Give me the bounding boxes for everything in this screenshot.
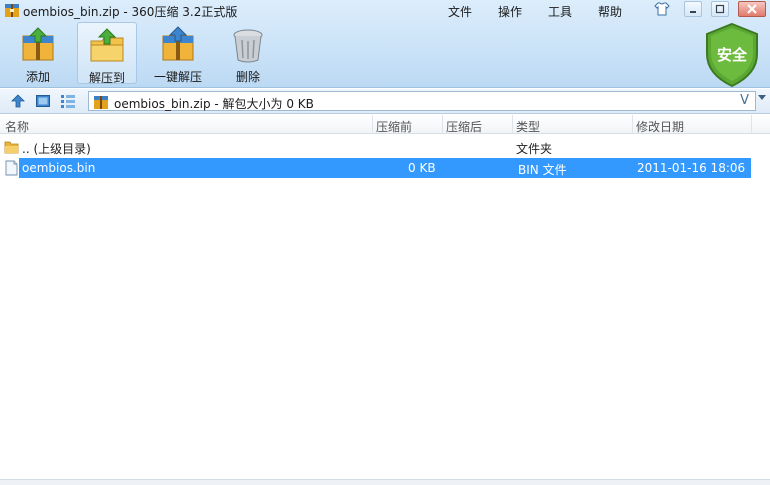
skin-shirt-icon[interactable] bbox=[653, 1, 671, 17]
one-click-extract-button[interactable]: 一键解压 bbox=[146, 22, 210, 84]
col-divider[interactable] bbox=[751, 115, 752, 134]
address-bar: oembios_bin.zip - 解包大小为 0 KB V bbox=[0, 89, 770, 114]
delete-label: 删除 bbox=[235, 70, 260, 84]
list-view-icon[interactable] bbox=[60, 93, 76, 109]
security-shield-icon[interactable]: 安全 bbox=[704, 22, 760, 88]
col-divider[interactable] bbox=[512, 115, 513, 134]
menu-file[interactable]: 文件 bbox=[448, 3, 472, 20]
maximize-icon bbox=[715, 4, 725, 14]
column-header: 名称 压缩前 压缩后 类型 修改日期 bbox=[0, 115, 770, 134]
up-arrow-icon[interactable] bbox=[10, 93, 26, 109]
menu-help[interactable]: 帮助 bbox=[598, 3, 622, 20]
file-icon bbox=[5, 160, 18, 176]
chevron-down-icon[interactable] bbox=[758, 95, 766, 100]
title-bar: oembios_bin.zip - 360压缩 3.2正式版 文件 操作 工具 … bbox=[0, 0, 770, 20]
col-name[interactable]: 名称 bbox=[5, 118, 29, 135]
extract-to-icon bbox=[90, 28, 124, 62]
col-type[interactable]: 类型 bbox=[516, 118, 540, 135]
path-toggle[interactable]: V bbox=[740, 93, 749, 108]
file-compressed-size: 0 KB bbox=[408, 161, 436, 175]
col-compressed[interactable]: 压缩前 bbox=[376, 118, 412, 135]
col-modified[interactable]: 修改日期 bbox=[636, 118, 684, 135]
zip-file-icon bbox=[94, 96, 108, 109]
file-name: oembios.bin bbox=[22, 161, 96, 175]
minimize-icon bbox=[690, 11, 696, 13]
extract-to-button[interactable]: 解压到 bbox=[77, 22, 137, 85]
path-field[interactable]: oembios_bin.zip - 解包大小为 0 KB V bbox=[88, 91, 756, 111]
menu-operation[interactable]: 操作 bbox=[498, 3, 522, 20]
file-type: BIN 文件 bbox=[518, 163, 567, 177]
col-after[interactable]: 压缩后 bbox=[446, 118, 482, 135]
add-button[interactable]: 添加 bbox=[8, 22, 68, 84]
one-click-extract-icon bbox=[162, 26, 194, 61]
file-type: 文件夹 bbox=[516, 142, 553, 156]
thumbnail-view-icon[interactable] bbox=[35, 93, 51, 109]
add-label: 添加 bbox=[25, 70, 50, 84]
app-window: oembios_bin.zip - 360压缩 3.2正式版 文件 操作 工具 … bbox=[0, 0, 770, 485]
status-bar bbox=[0, 479, 770, 485]
window-title: oembios_bin.zip - 360压缩 3.2正式版 bbox=[23, 5, 238, 19]
file-name: .. (上级目录) bbox=[22, 142, 91, 156]
file-modified: 2011-01-16 18:06 bbox=[637, 161, 746, 175]
col-divider[interactable] bbox=[442, 115, 443, 134]
security-badge-text: 安全 bbox=[717, 46, 748, 64]
path-text: oembios_bin.zip - 解包大小为 0 KB bbox=[114, 97, 314, 111]
close-button[interactable] bbox=[738, 1, 766, 17]
close-icon bbox=[747, 4, 757, 14]
file-row-oembios[interactable]: oembios.bin 0 KB BIN 文件 2011-01-16 18:06 bbox=[0, 158, 770, 178]
trash-icon bbox=[233, 29, 263, 63]
folder-icon bbox=[4, 141, 19, 154]
menu-tools[interactable]: 工具 bbox=[548, 3, 572, 20]
col-divider[interactable] bbox=[632, 115, 633, 134]
col-divider[interactable] bbox=[372, 115, 373, 134]
extract-to-label: 解压到 bbox=[88, 71, 125, 85]
add-archive-icon bbox=[22, 27, 54, 61]
archive-app-icon bbox=[5, 4, 19, 17]
one-click-extract-label: 一键解压 bbox=[153, 70, 202, 84]
delete-button[interactable]: 删除 bbox=[218, 22, 278, 84]
file-row-parent[interactable]: .. (上级目录) 文件夹 bbox=[0, 137, 770, 157]
top-band: oembios_bin.zip - 360压缩 3.2正式版 文件 操作 工具 … bbox=[0, 0, 770, 88]
maximize-button[interactable] bbox=[711, 1, 729, 17]
minimize-button[interactable] bbox=[684, 1, 702, 17]
